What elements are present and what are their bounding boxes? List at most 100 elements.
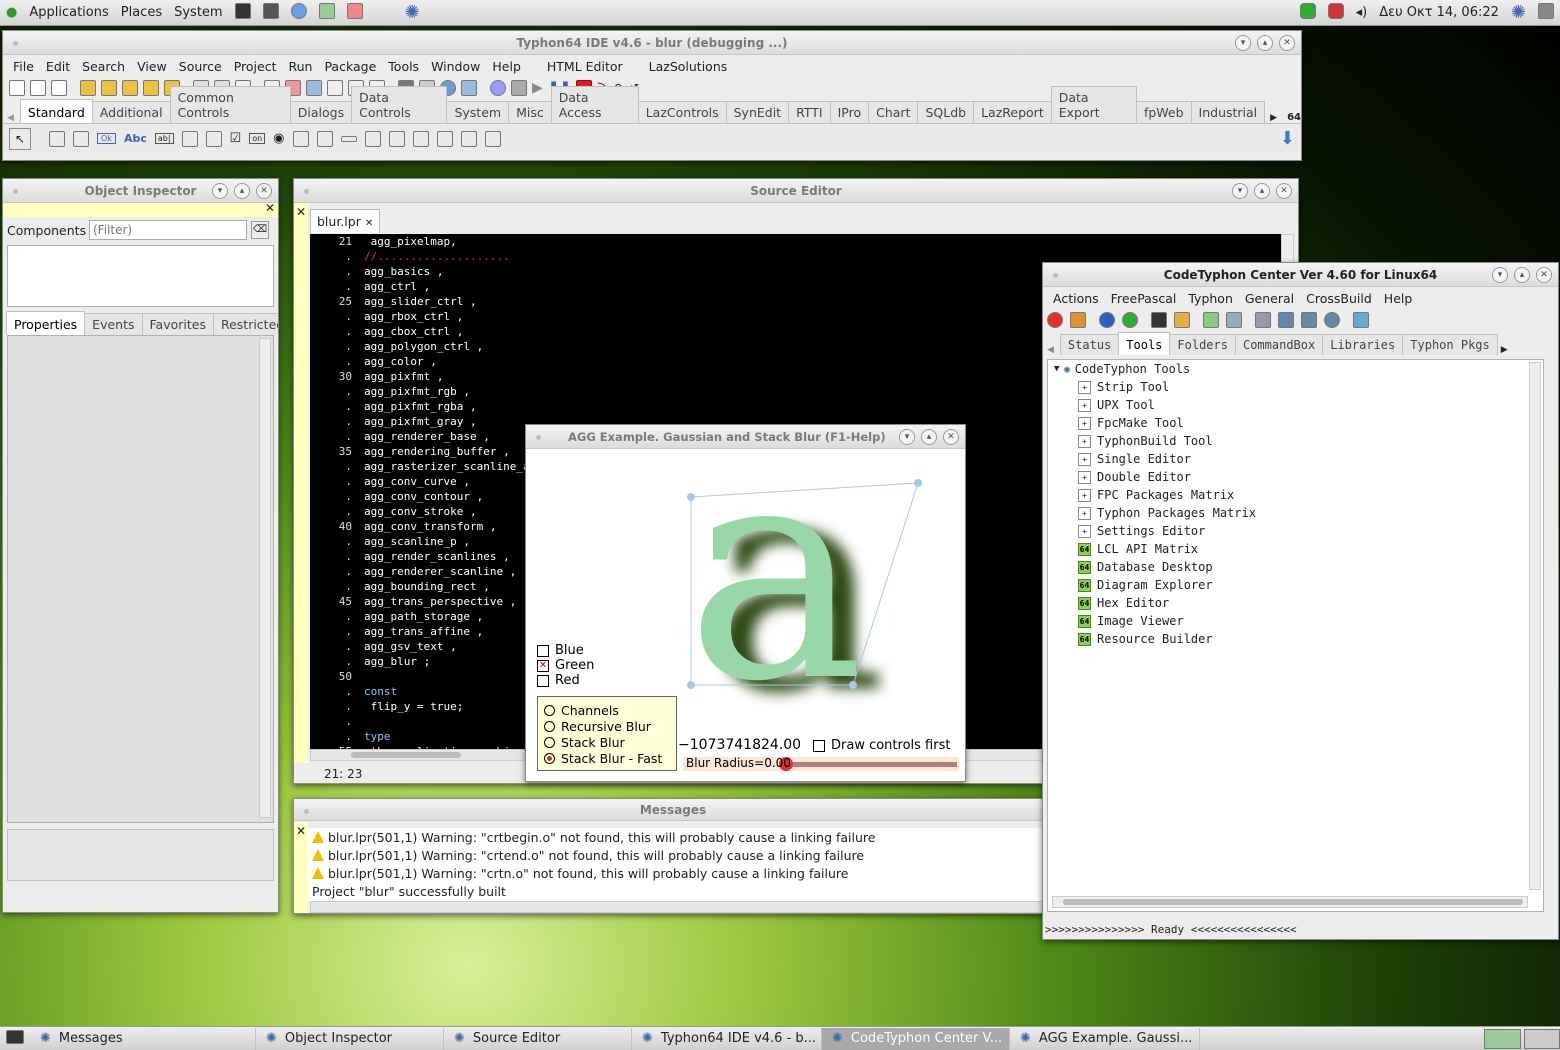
blur-radius-slider[interactable]: Blur Radius=0.00 (683, 756, 959, 771)
stop-icon[interactable] (1047, 312, 1063, 328)
checkbox-box[interactable] (537, 644, 549, 657)
show-desktop-icon[interactable] (0, 1029, 30, 1048)
settings-gear-icon[interactable] (1301, 312, 1317, 328)
broom-icon[interactable] (1226, 312, 1242, 328)
monitor-icon[interactable] (1532, 2, 1560, 23)
clock[interactable]: Δευ Οκτ 14, 06:22 (1373, 5, 1505, 20)
menu-package[interactable]: Package (318, 59, 382, 74)
palette-tab-additional[interactable]: Additional (91, 101, 171, 123)
menu-help[interactable]: Help (486, 59, 527, 74)
tools-icon[interactable] (313, 2, 341, 23)
palette-tab-lazreport[interactable]: LazReport (973, 101, 1052, 123)
maximize-button[interactable]: ▴ (1254, 183, 1270, 199)
close-messages-icon[interactable]: ✕ (296, 824, 306, 838)
new-form-icon[interactable] (51, 80, 67, 96)
run-icon[interactable]: ▶ (532, 80, 543, 96)
maximize-button[interactable]: ▴ (1257, 35, 1273, 51)
message-item[interactable]: blur.lpr(501,1) Warning: "crtn.o" not fo… (308, 864, 1052, 882)
palette-tab-common-controls[interactable]: Common Controls (169, 86, 291, 123)
options-icon[interactable] (306, 80, 322, 96)
tool-item[interactable]: + Single Editor (1048, 450, 1543, 468)
center-menu-help[interactable]: Help (1378, 291, 1419, 306)
tool-item[interactable]: + Typhon Packages Matrix (1048, 504, 1543, 522)
tcheckgroup-icon[interactable] (388, 130, 405, 147)
checkbox-blue[interactable]: Blue (537, 643, 594, 658)
close-tab-icon[interactable]: ✕ (365, 218, 373, 229)
center-menu-typhon[interactable]: Typhon (1182, 291, 1239, 306)
radio-circle[interactable] (544, 736, 555, 748)
palette-tab-industrial[interactable]: Industrial (1190, 101, 1266, 123)
taskbar-item[interactable]: ✺ CodeTyphon Center V... (822, 1027, 1010, 1050)
tree-hscrollbar[interactable] (1052, 896, 1528, 908)
tree-icon[interactable] (461, 80, 477, 96)
help-icon[interactable] (1099, 312, 1115, 328)
messages-hscrollbar[interactable] (310, 901, 1052, 913)
menu-project[interactable]: Project (228, 59, 283, 74)
build-gear-icon[interactable] (1278, 312, 1294, 328)
terminal-icon[interactable] (1151, 312, 1167, 328)
typhon-icon[interactable]: ✺ (399, 2, 426, 23)
power-icon[interactable] (1294, 2, 1322, 23)
folder-icon[interactable] (1174, 312, 1190, 328)
tool-item[interactable]: 64 Hex Editor (1048, 594, 1543, 612)
property-grid-scrollbar[interactable] (259, 338, 271, 818)
minimize-button[interactable]: ▾ (1232, 183, 1248, 199)
center-tab-libraries[interactable]: Libraries (1322, 334, 1404, 355)
menu-tools[interactable]: Tools (382, 59, 425, 74)
open-recent-icon[interactable] (122, 80, 138, 96)
tmemo-icon[interactable] (181, 130, 198, 147)
refresh-icon[interactable] (1122, 312, 1138, 328)
open-project-icon[interactable] (101, 80, 117, 96)
tool-item[interactable]: 64 Database Desktop (1048, 558, 1543, 576)
palette-tab-rtti[interactable]: RTTI (788, 101, 831, 123)
property-grid[interactable] (7, 335, 274, 823)
radio-circle[interactable] (544, 720, 555, 732)
tree-root[interactable]: ▼ ✺ CodeTyphon Tools (1048, 360, 1543, 378)
palette-tab-system[interactable]: System (446, 101, 510, 123)
message-item[interactable]: blur.lpr(501,1) Warning: "crtbegin.o" no… (308, 828, 1052, 846)
tgroupbox-icon[interactable] (340, 135, 357, 142)
arch-64-icon[interactable]: 64 (1287, 112, 1301, 123)
palette-tab-misc[interactable]: Misc (508, 101, 552, 123)
tool-item[interactable]: + FpcMake Tool (1048, 414, 1543, 432)
maximize-button[interactable]: ▴ (1514, 267, 1530, 283)
tool-item[interactable]: + Settings Editor (1048, 522, 1543, 540)
maximize-button[interactable]: ▴ (921, 429, 937, 445)
tcombobox-icon[interactable] (292, 130, 309, 147)
new-file-icon[interactable] (9, 80, 25, 96)
checkbox-box[interactable] (537, 674, 549, 687)
tools-icon[interactable] (1255, 312, 1271, 328)
checkbox-green[interactable]: ✕ Green (537, 658, 594, 673)
panel-app-icon[interactable] (257, 2, 285, 23)
tmainmenu-icon[interactable] (49, 130, 65, 147)
minimize-button[interactable]: ▾ (212, 183, 228, 199)
open-icon[interactable] (80, 80, 96, 96)
palette-tab-data-export[interactable]: Data Export (1050, 86, 1137, 123)
download-arrow-icon[interactable]: ⬇ (1280, 128, 1295, 149)
tradiobutton-icon[interactable]: on (249, 133, 266, 144)
minimize-button[interactable]: ▾ (1235, 35, 1251, 51)
debug-icon[interactable] (490, 80, 506, 96)
editor-tab[interactable]: blur.lpr ✕ (310, 209, 381, 233)
checkbox-box[interactable]: ✕ (537, 659, 549, 672)
workspace-2[interactable] (1523, 1028, 1560, 1049)
tab-restricted[interactable]: Restricted (212, 313, 278, 335)
tform-icon[interactable] (484, 130, 501, 147)
close-button[interactable]: ✕ (1279, 35, 1295, 51)
radio-circle[interactable] (544, 752, 555, 764)
tradiogroup-icon[interactable] (364, 130, 381, 147)
tool-item[interactable]: + FPC Packages Matrix (1048, 486, 1543, 504)
tactionlist-icon[interactable] (460, 130, 477, 147)
pointer-tool-icon[interactable]: ↖ (9, 127, 31, 150)
menu-file[interactable]: File (7, 59, 40, 74)
menu-edit[interactable]: Edit (40, 59, 76, 74)
center-menu-crossbuild[interactable]: CrossBuild (1300, 291, 1378, 306)
center-tab-typhon-pkgs[interactable]: Typhon Pkgs (1402, 334, 1498, 355)
close-button[interactable]: ✕ (1276, 183, 1292, 199)
tabs-scroll-left[interactable]: ◀ (1047, 345, 1054, 355)
palette-scroll-left[interactable]: ◀ (7, 113, 14, 123)
tlabel-icon[interactable]: Abc (124, 132, 147, 145)
tscrollbar-icon[interactable] (316, 130, 333, 147)
taskbar-item[interactable]: ✺ Typhon64 IDE v4.6 - b... (632, 1027, 822, 1050)
chart-icon[interactable] (1353, 312, 1369, 328)
